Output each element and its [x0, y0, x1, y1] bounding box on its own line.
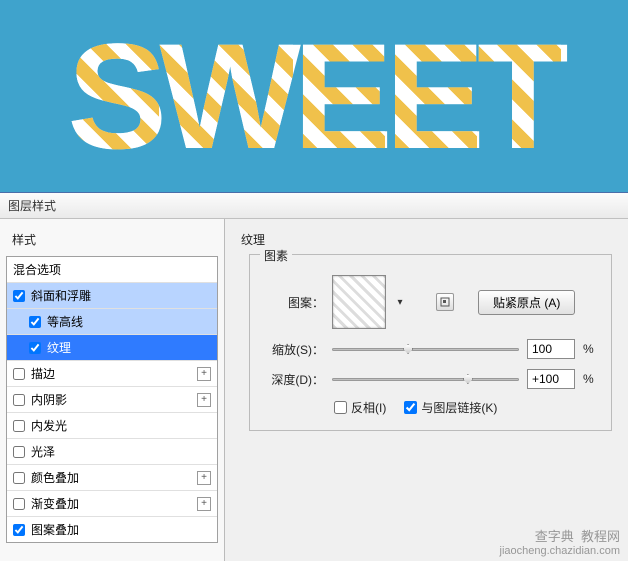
invert-checkbox[interactable]: 反相(I) [334, 399, 386, 416]
style-checkbox[interactable] [13, 472, 25, 484]
style-checkbox[interactable] [29, 316, 41, 328]
depth-input[interactable] [527, 369, 575, 389]
add-effect-icon[interactable]: + [197, 367, 211, 381]
style-row-5[interactable]: 内发光 [7, 413, 217, 439]
style-label: 图案叠加 [31, 521, 211, 538]
style-checkbox[interactable] [13, 290, 25, 302]
style-label: 纹理 [47, 339, 211, 356]
add-effect-icon[interactable]: + [197, 393, 211, 407]
scale-label: 缩放(S)： [264, 341, 324, 358]
style-checkbox[interactable] [13, 368, 25, 380]
style-label: 渐变叠加 [31, 495, 197, 512]
style-row-3[interactable]: 描边+ [7, 361, 217, 387]
elements-legend: 图素 [260, 247, 292, 264]
pattern-dropdown-icon[interactable] [394, 297, 406, 307]
scale-input[interactable] [527, 339, 575, 359]
style-row-8[interactable]: 渐变叠加+ [7, 491, 217, 517]
style-row-9[interactable]: 图案叠加 [7, 517, 217, 542]
style-checkbox[interactable] [29, 342, 41, 354]
style-label: 斜面和浮雕 [31, 287, 211, 304]
style-checkbox[interactable] [13, 446, 25, 458]
add-effect-icon[interactable]: + [197, 471, 211, 485]
layer-style-dialog: 图层样式 样式 混合选项 斜面和浮雕等高线纹理描边+内阴影+内发光光泽颜色叠加+… [0, 192, 628, 561]
style-label: 等高线 [47, 313, 211, 330]
depth-label: 深度(D)： [264, 371, 324, 388]
style-row-2[interactable]: 纹理 [7, 335, 217, 361]
style-row-6[interactable]: 光泽 [7, 439, 217, 465]
styles-sidebar: 样式 混合选项 斜面和浮雕等高线纹理描边+内阴影+内发光光泽颜色叠加+渐变叠加+… [0, 219, 225, 561]
style-row-0[interactable]: 斜面和浮雕 [7, 283, 217, 309]
scale-slider[interactable] [332, 340, 519, 358]
scale-row: 缩放(S)： % [264, 339, 597, 359]
depth-row: 深度(D)： % [264, 369, 597, 389]
pattern-row: 图案： 贴紧原点 (A) [264, 275, 597, 329]
style-label: 内发光 [31, 417, 211, 434]
add-effect-icon[interactable]: + [197, 497, 211, 511]
texture-panel: 纹理 图素 图案： 贴紧原点 (A) 缩放(S)： [225, 219, 628, 561]
style-checkbox[interactable] [13, 420, 25, 432]
styles-label: 样式 [6, 227, 218, 252]
elements-group: 图素 图案： 贴紧原点 (A) 缩放(S)： [249, 254, 612, 431]
preview-area: SWEET [0, 0, 628, 192]
style-checkbox[interactable] [13, 498, 25, 510]
style-row-1[interactable]: 等高线 [7, 309, 217, 335]
texture-section-title: 纹理 [241, 231, 612, 248]
texture-options-row: 反相(I) 与图层链接(K) [334, 399, 597, 416]
scale-unit: % [583, 342, 597, 356]
snap-origin-button[interactable]: 贴紧原点 (A) [478, 290, 575, 315]
style-label: 描边 [31, 365, 197, 382]
depth-unit: % [583, 372, 597, 386]
style-label: 光泽 [31, 443, 211, 460]
depth-slider[interactable] [332, 370, 519, 388]
styles-list: 混合选项 斜面和浮雕等高线纹理描边+内阴影+内发光光泽颜色叠加+渐变叠加+图案叠… [6, 256, 218, 543]
style-row-4[interactable]: 内阴影+ [7, 387, 217, 413]
style-checkbox[interactable] [13, 394, 25, 406]
style-row-7[interactable]: 颜色叠加+ [7, 465, 217, 491]
link-layer-checkbox[interactable]: 与图层链接(K) [404, 399, 497, 416]
style-checkbox[interactable] [13, 524, 25, 536]
style-label: 内阴影 [31, 391, 197, 408]
style-label: 颜色叠加 [31, 469, 197, 486]
pattern-preview[interactable] [332, 275, 386, 329]
preview-text: SWEET [67, 10, 560, 183]
dialog-title: 图层样式 [0, 193, 628, 219]
new-pattern-icon[interactable] [436, 293, 454, 311]
pattern-label: 图案： [264, 294, 324, 311]
blending-options-row[interactable]: 混合选项 [7, 257, 217, 283]
